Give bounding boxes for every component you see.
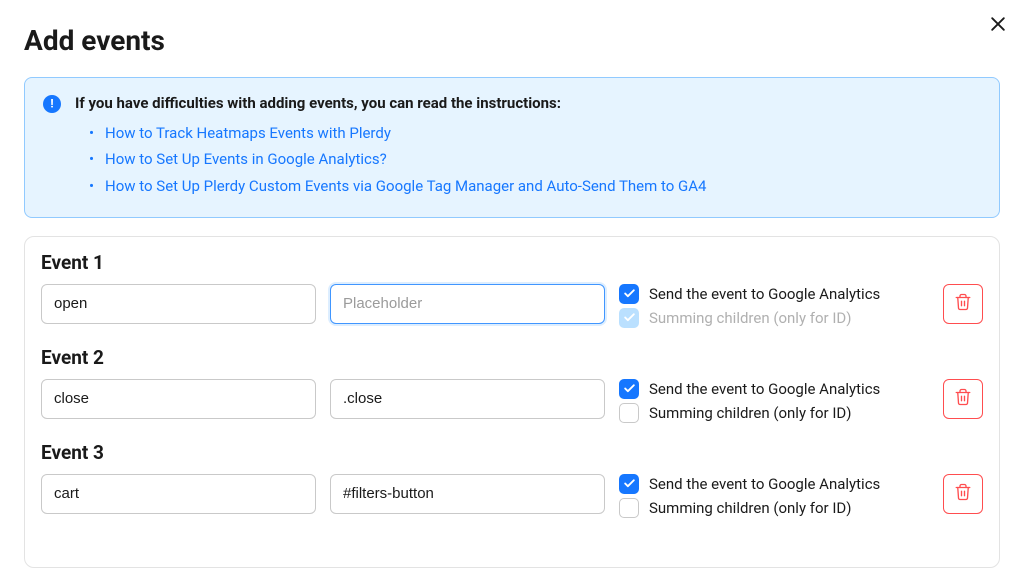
events-scroll[interactable]: Event 1 Send the event to Google Analyti… (25, 237, 999, 567)
event-selector-input[interactable] (330, 284, 605, 324)
check-row-sum: Summing children (only for ID) (619, 308, 929, 328)
info-content: If you have difficulties with adding eve… (75, 94, 981, 199)
delete-event-button[interactable] (943, 284, 983, 324)
check-label-ga: Send the event to Google Analytics (649, 285, 880, 303)
event-checks: Send the event to Google Analytics Summi… (619, 474, 929, 518)
event-block: Event 3 Send the event to Google Analyti… (41, 441, 983, 518)
check-row-ga: Send the event to Google Analytics (619, 284, 929, 304)
event-checks: Send the event to Google Analytics Summi… (619, 379, 929, 423)
info-banner: If you have difficulties with adding eve… (24, 77, 1000, 218)
check-row-sum: Summing children (only for ID) (619, 403, 929, 423)
event-title: Event 3 (41, 441, 983, 464)
event-block: Event 2 Send the event to Google Analyti… (41, 346, 983, 423)
event-row: Send the event to Google Analytics Summi… (41, 474, 983, 518)
event-row: Send the event to Google Analytics Summi… (41, 379, 983, 423)
delete-event-button[interactable] (943, 379, 983, 419)
delete-event-button[interactable] (943, 474, 983, 514)
info-link[interactable]: How to Set Up Events in Google Analytics… (105, 150, 387, 168)
check-row-ga: Send the event to Google Analytics (619, 474, 929, 494)
check-label-sum: Summing children (only for ID) (649, 499, 852, 517)
event-selector-input[interactable] (330, 379, 605, 419)
event-checks: Send the event to Google Analytics Summi… (619, 284, 929, 328)
info-links-list: How to Track Heatmaps Events with Plerdy… (75, 120, 981, 199)
event-name-input[interactable] (41, 379, 316, 419)
event-name-input[interactable] (41, 474, 316, 514)
event-title: Event 1 (41, 251, 983, 274)
check-label-sum: Summing children (only for ID) (649, 404, 852, 422)
info-link[interactable]: How to Track Heatmaps Events with Plerdy (105, 124, 391, 142)
event-selector-input[interactable] (330, 474, 605, 514)
event-block: Event 1 Send the event to Google Analyti… (41, 251, 983, 328)
modal-title: Add events (24, 24, 1000, 57)
check-row-ga: Send the event to Google Analytics (619, 379, 929, 399)
info-heading: If you have difficulties with adding eve… (75, 94, 981, 112)
info-link[interactable]: How to Set Up Plerdy Custom Events via G… (105, 177, 706, 195)
check-label-ga: Send the event to Google Analytics (649, 380, 880, 398)
close-button[interactable] (988, 14, 1008, 34)
checkbox-sum (619, 308, 639, 328)
add-events-modal: Add events If you have difficulties with… (0, 0, 1024, 568)
info-icon (43, 95, 61, 113)
checkbox-ga[interactable] (619, 284, 639, 304)
trash-icon (954, 388, 972, 410)
check-label-sum: Summing children (only for ID) (649, 309, 852, 327)
trash-icon (954, 483, 972, 505)
event-row: Send the event to Google Analytics Summi… (41, 284, 983, 328)
checkbox-ga[interactable] (619, 474, 639, 494)
events-container: Event 1 Send the event to Google Analyti… (24, 236, 1000, 568)
event-name-input[interactable] (41, 284, 316, 324)
trash-icon (954, 293, 972, 315)
check-label-ga: Send the event to Google Analytics (649, 475, 880, 493)
event-title: Event 2 (41, 346, 983, 369)
close-icon (988, 19, 1008, 38)
check-row-sum: Summing children (only for ID) (619, 498, 929, 518)
checkbox-sum[interactable] (619, 403, 639, 423)
checkbox-sum[interactable] (619, 498, 639, 518)
checkbox-ga[interactable] (619, 379, 639, 399)
